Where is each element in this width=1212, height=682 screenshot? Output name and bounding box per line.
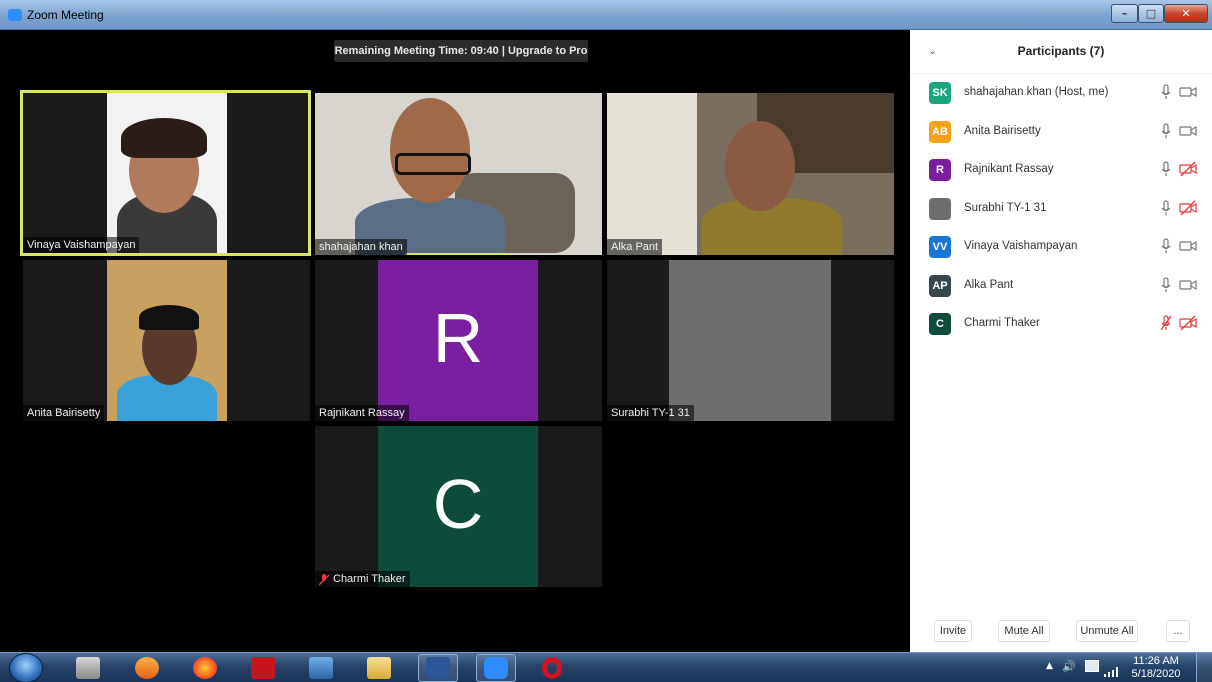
- firefox-icon[interactable]: [193, 657, 217, 679]
- avatar-placeholder: C: [378, 426, 538, 587]
- mic-icon[interactable]: [1160, 199, 1172, 217]
- participant-name-label: Rajnikant Rassay: [315, 405, 409, 421]
- mic-muted-icon: [319, 574, 329, 586]
- participant-name-label: Anita Bairisetty: [23, 405, 105, 421]
- unmute-all-button[interactable]: Unmute All: [1076, 620, 1138, 642]
- participant-name-label: shahajahan khan: [315, 239, 407, 255]
- video-tile-charmi[interactable]: C Charmi Thaker: [315, 426, 602, 587]
- mic-icon[interactable]: [1160, 237, 1172, 255]
- participant-row[interactable]: SK shahajahan khan (Host, me): [910, 74, 1212, 112]
- participant-name-label: Vinaya Vaishampayan: [23, 237, 140, 253]
- video-tile-shahajahan[interactable]: shahajahan khan: [315, 93, 602, 255]
- mic-icon[interactable]: [1160, 83, 1172, 101]
- network-signal-icon[interactable]: [1104, 662, 1118, 677]
- zoom-app-icon: [8, 9, 22, 21]
- mute-all-button[interactable]: Mute All: [998, 620, 1050, 642]
- video-icon[interactable]: [1179, 237, 1197, 255]
- show-desktop-button[interactable]: [1196, 653, 1212, 682]
- participant-name: Rajnikant Rassay: [964, 163, 1054, 175]
- opera-icon[interactable]: [542, 657, 562, 679]
- video-tile-vinaya[interactable]: Vinaya Vaishampayan: [20, 90, 311, 256]
- avatar-initial: C: [432, 465, 484, 543]
- mic-icon[interactable]: [1160, 160, 1172, 178]
- system-tray: ▲ 🔊: [1040, 653, 1212, 682]
- media-player-icon[interactable]: [135, 657, 159, 679]
- window-title: Zoom Meeting: [27, 8, 104, 22]
- participant-name: Charmi Thaker: [964, 317, 1040, 329]
- avatar: SK: [929, 82, 951, 104]
- video-icon[interactable]: [1179, 276, 1197, 294]
- participant-name: Alka Pant: [964, 278, 1014, 291]
- avatar: R: [929, 159, 951, 181]
- title-bar: Zoom Meeting – □ ✕: [0, 0, 1212, 30]
- participant-row[interactable]: AB Anita Bairisetty: [910, 113, 1212, 151]
- participant-row[interactable]: R Rajnikant Rassay: [910, 151, 1212, 189]
- acrobat-icon[interactable]: [251, 657, 275, 679]
- video-feed: [315, 93, 602, 255]
- avatar-placeholder: [669, 260, 831, 421]
- word-icon[interactable]: [426, 657, 450, 679]
- taskbar-clock[interactable]: 11:26 AM 5/18/2020: [1128, 655, 1184, 681]
- start-button[interactable]: [9, 653, 43, 682]
- participant-name: Surabhi TY-1 31: [964, 201, 1047, 214]
- video-tile-surabhi[interactable]: Surabhi TY-1 31: [607, 260, 894, 421]
- video-icon[interactable]: [1179, 122, 1197, 140]
- video-feed: [107, 93, 227, 253]
- camera-app-icon[interactable]: [76, 657, 100, 679]
- windows-taskbar: ▲ 🔊 11:26 AM 5/18/2020: [0, 652, 1212, 682]
- video-tile-anita[interactable]: Anita Bairisetty: [23, 260, 310, 421]
- mic-muted-icon[interactable]: [1160, 314, 1172, 332]
- avatar: C: [929, 313, 951, 335]
- maximize-button[interactable]: □: [1138, 4, 1164, 23]
- participant-name: Vinaya Vaishampayan: [964, 240, 1078, 252]
- more-options-button[interactable]: ...: [1166, 620, 1190, 642]
- avatar-placeholder: R: [378, 260, 538, 421]
- participant-row[interactable]: C Charmi Thaker: [910, 305, 1212, 343]
- participant-row[interactable]: AP Alka Pant: [910, 267, 1212, 305]
- action-center-flag-icon[interactable]: [1085, 660, 1099, 672]
- participant-row[interactable]: Surabhi TY-1 31: [910, 190, 1212, 228]
- video-off-icon[interactable]: [1179, 199, 1197, 217]
- avatar: [929, 197, 951, 220]
- mic-icon[interactable]: [1160, 276, 1172, 294]
- video-feed: [107, 260, 227, 421]
- panel-title: Participants (7): [1017, 44, 1105, 58]
- avatar: AP: [929, 274, 951, 297]
- participants-panel: ⌄ Participants (7) SK shahajahan khan (Ho…: [910, 30, 1212, 652]
- video-feed: [607, 93, 894, 255]
- video-tile-rajnikant[interactable]: R Rajnikant Rassay: [315, 260, 602, 421]
- network-app-icon[interactable]: [309, 657, 333, 679]
- video-off-icon[interactable]: [1179, 314, 1197, 332]
- invite-button[interactable]: Invite: [934, 620, 972, 642]
- video-gallery: Remaining Meeting Time: 09:40 | Upgrade …: [5, 30, 909, 652]
- show-hidden-icons-icon[interactable]: ▲: [1046, 661, 1053, 671]
- remaining-time-banner[interactable]: Remaining Meeting Time: 09:40 | Upgrade …: [334, 40, 588, 62]
- screen: Zoom Meeting – □ ✕ Remaining Meeting Tim…: [0, 0, 1212, 682]
- participant-row[interactable]: VV Vinaya Vaishampayan: [910, 228, 1212, 266]
- participant-name-label: Alka Pant: [607, 239, 663, 255]
- participant-name-label: Charmi Thaker: [315, 571, 410, 587]
- zoom-icon[interactable]: [484, 657, 508, 679]
- close-button[interactable]: ✕: [1164, 4, 1208, 23]
- participant-name: Anita Bairisetty: [964, 124, 1041, 137]
- avatar-initial: R: [432, 299, 484, 377]
- video-icon[interactable]: [1179, 83, 1197, 101]
- file-explorer-icon[interactable]: [367, 657, 391, 679]
- speaking-indicator: [405, 253, 510, 255]
- minimize-button[interactable]: –: [1111, 4, 1138, 23]
- participant-name: shahajahan khan (Host, me): [964, 86, 1109, 98]
- avatar: VV: [929, 236, 951, 258]
- participant-name-label: Surabhi TY-1 31: [607, 405, 694, 421]
- video-tile-alka[interactable]: Alka Pant: [607, 93, 894, 255]
- clock-time: 11:26 AM: [1133, 655, 1179, 667]
- mic-icon[interactable]: [1160, 122, 1172, 140]
- volume-icon[interactable]: 🔊: [1062, 660, 1076, 673]
- panel-header: ⌄ Participants (7): [910, 30, 1212, 74]
- avatar: AB: [929, 120, 951, 143]
- clock-date: 5/18/2020: [1131, 668, 1181, 680]
- video-off-icon[interactable]: [1179, 160, 1197, 178]
